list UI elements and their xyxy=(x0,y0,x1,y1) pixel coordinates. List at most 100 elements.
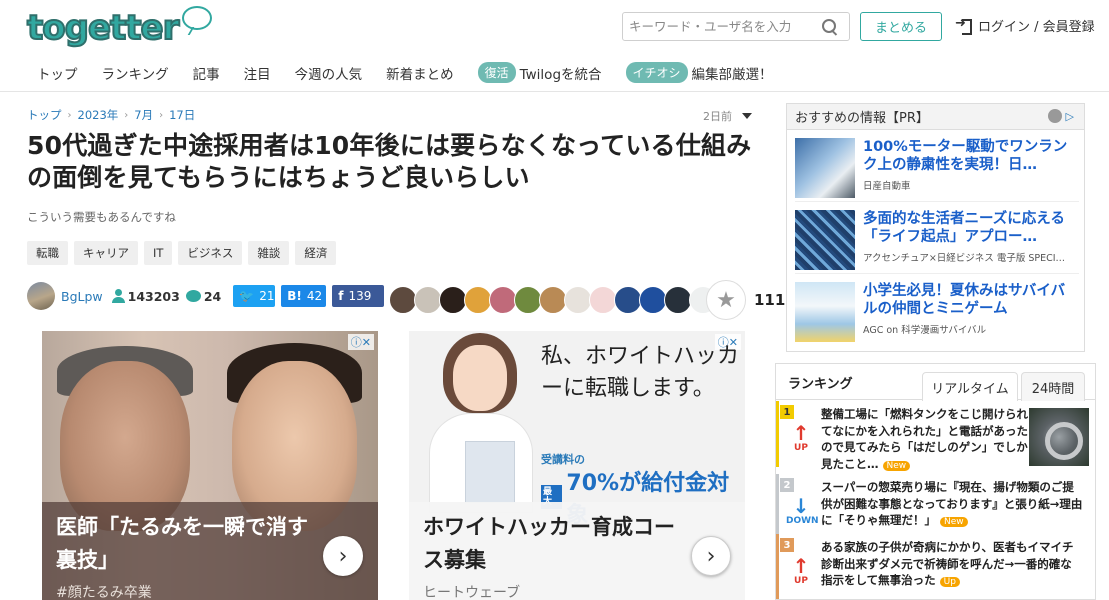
post-time[interactable]: 2日前 xyxy=(703,108,752,124)
tag-item[interactable]: キャリア xyxy=(74,241,138,265)
new-badge: New xyxy=(882,460,911,471)
avatar[interactable] xyxy=(439,286,467,314)
facebook-count: 139 xyxy=(348,289,372,303)
pr-heading: おすすめの情報【PR】 ▷ xyxy=(787,104,1084,130)
tag-item[interactable]: 雑談 xyxy=(248,241,290,265)
nav-item-top[interactable]: トップ xyxy=(37,63,78,83)
arrow-up-icon: ↑ xyxy=(792,421,810,445)
pr-title: 小学生必見！夏休みはサバイバルの仲間とミニゲーム xyxy=(863,283,1066,317)
chevron-right-icon[interactable]: › xyxy=(323,536,363,576)
trend-indicator: ↑ UP xyxy=(786,423,816,453)
time-ago-label: 2日前 xyxy=(703,110,732,123)
avatar[interactable] xyxy=(27,282,55,310)
avatar[interactable] xyxy=(564,286,592,314)
tag-item[interactable]: ビジネス xyxy=(178,241,243,265)
facebook-share-button[interactable]: f 139 xyxy=(332,285,385,307)
ad-choices-icon[interactable]: ▷ xyxy=(1066,110,1074,123)
avatar[interactable] xyxy=(539,286,567,314)
up-badge: Up xyxy=(939,577,960,587)
avatar[interactable] xyxy=(489,286,517,314)
pr-title: 100%モーター駆動でワンランク上の静粛性を実現！日… xyxy=(863,139,1068,173)
breadcrumb-separator-icon: › xyxy=(67,109,72,121)
nav-item-pick-label: 編集部厳選！ xyxy=(691,66,773,83)
favorite-users: ★ 111 xyxy=(389,280,785,320)
pr-sponsor: AGC on 科学漫画サバイバル xyxy=(863,325,987,336)
search-icon[interactable] xyxy=(821,18,839,36)
nav-item-articles[interactable]: 記事 xyxy=(193,63,220,83)
chevron-down-icon xyxy=(742,113,752,119)
site-logo[interactable]: togetter xyxy=(26,6,213,49)
article-meta: BgLpw 143203 24 🐦 21 B! 42 f 139 xyxy=(27,281,385,311)
summarize-button[interactable]: まとめる xyxy=(860,12,942,41)
trend-indicator: ↑ UP xyxy=(786,556,816,586)
ad-choices-icon[interactable]: ⓘ✕ xyxy=(347,334,374,350)
ranking-thumbnail xyxy=(1029,408,1089,466)
avatar[interactable] xyxy=(464,286,492,314)
nav-item-twilog[interactable]: 復活 Twilogを統合 xyxy=(477,62,602,83)
article-description: こういう需要もあるんですね xyxy=(27,210,176,224)
ranking-row[interactable]: 2 ↓ DOWN スーパーの惣菜売り場に『現在、揚げ物類のご提供が困難な事態とな… xyxy=(776,474,1095,540)
speech-bubble-icon xyxy=(182,6,213,30)
ranking-text: スーパーの惣菜売り場に『現在、揚げ物類のご提供が困難な事態となっております』と張… xyxy=(821,479,1083,531)
avatar[interactable] xyxy=(414,286,442,314)
pr-thumbnail xyxy=(795,210,855,270)
breadcrumb-day[interactable]: 17日 xyxy=(169,107,195,123)
nav-item-weekly[interactable]: 今週の人気 xyxy=(295,63,363,83)
favorite-star-icon[interactable]: ★ xyxy=(706,280,746,320)
person-icon xyxy=(111,289,125,303)
comment-count[interactable]: 24 xyxy=(204,289,221,304)
ranking-text: ある家族の子供が奇病にかかり、医者もイマイチ診断出来ずダメ元で祈祷師を呼んだ→一… xyxy=(821,539,1083,591)
rank-number: 3 xyxy=(780,538,794,552)
ranking-title-text: 整備工場に「燃料タンクをこじ開けられてなにかを入れられた」と電話があったので見て… xyxy=(821,407,1028,471)
ad-card[interactable]: ⓘ✕ 医師「たるみを一瞬で消す裏技」 #顔たるみ卒業 › xyxy=(42,331,378,600)
nav-item-pick[interactable]: イチオシ 編集部厳選！ xyxy=(625,62,773,83)
login-icon xyxy=(955,16,972,35)
trend-indicator: ↓ DOWN xyxy=(786,496,819,526)
nav-item-featured[interactable]: 注目 xyxy=(244,63,271,83)
ranking-title: ランキング xyxy=(788,377,853,392)
trend-label: UP xyxy=(794,576,808,586)
breadcrumb-year[interactable]: 2023年 xyxy=(78,107,119,123)
tab-realtime[interactable]: リアルタイム xyxy=(922,372,1018,401)
login-link[interactable]: ログイン / 会員登録 xyxy=(955,16,1095,36)
ad-card[interactable]: ⓘ✕ 私、ホワイトハッカーに転職します。 受講料の 最大 70%が給付金対象 ホ… xyxy=(409,331,745,600)
pr-head-icons: ▷ xyxy=(1047,109,1074,123)
pr-sponsor: 日産自動車 xyxy=(863,181,911,192)
ad-headline: ホワイトハッカー育成コース募集 xyxy=(423,515,675,572)
avatar[interactable] xyxy=(389,286,417,314)
ad-subtext: ヒートウェーブ xyxy=(423,585,521,600)
facebook-icon: f xyxy=(338,289,344,303)
search-input[interactable] xyxy=(623,13,818,40)
hatena-bookmark-button[interactable]: B! 42 xyxy=(281,285,327,307)
tab-24h[interactable]: 24時間 xyxy=(1021,372,1085,401)
ad-headline: 医師「たるみを一瞬で消す裏技」 xyxy=(56,515,308,572)
pr-item[interactable]: 100%モーター駆動でワンランク上の静粛性を実現！日… 日産自動車 xyxy=(795,138,1079,202)
ranking-row[interactable]: 1 ↑ UP 整備工場に「燃料タンクをこじ開けられてなにかを入れられた」と電話が… xyxy=(776,401,1095,471)
avatar[interactable] xyxy=(664,286,692,314)
breadcrumb-month[interactable]: 7月 xyxy=(134,107,153,123)
nav-item-new[interactable]: 新着まとめ xyxy=(386,63,454,83)
twitter-share-button[interactable]: 🐦 21 xyxy=(233,285,276,307)
pr-thumbnail xyxy=(795,282,855,342)
nav-item-ranking[interactable]: ランキング xyxy=(102,63,169,83)
tag-item[interactable]: 経済 xyxy=(295,241,337,265)
avatar[interactable] xyxy=(639,286,667,314)
ranking-row[interactable]: 3 ↑ UP ある家族の子供が奇病にかかり、医者もイマイチ診断出来ずダメ元で祈祷… xyxy=(776,534,1095,599)
pr-item[interactable]: 多面的な生活者ニーズに応える「ライフ起点」アプロー… アクセンチュア×日経ビジネ… xyxy=(795,210,1079,274)
breadcrumb: トップ › 2023年 › 7月 › 17日 xyxy=(27,107,195,123)
pr-item[interactable]: 小学生必見！夏休みはサバイバルの仲間とミニゲーム AGC on 科学漫画サバイバ… xyxy=(795,282,1079,346)
tag-item[interactable]: IT xyxy=(144,241,173,265)
breadcrumb-top[interactable]: トップ xyxy=(27,107,62,123)
hatena-count: 42 xyxy=(306,289,323,303)
search-box xyxy=(622,12,850,41)
avatar[interactable] xyxy=(514,286,542,314)
tag-item[interactable]: 転職 xyxy=(27,241,68,265)
favorite-count: 111 xyxy=(754,291,786,309)
avatar[interactable] xyxy=(614,286,642,314)
user-name[interactable]: BgLpw xyxy=(61,289,103,304)
avatar[interactable] xyxy=(589,286,617,314)
new-badge: New xyxy=(940,517,968,527)
settings-icon[interactable] xyxy=(1047,109,1062,123)
chevron-right-icon[interactable]: › xyxy=(691,536,731,576)
breadcrumb-separator-icon: › xyxy=(159,109,164,121)
